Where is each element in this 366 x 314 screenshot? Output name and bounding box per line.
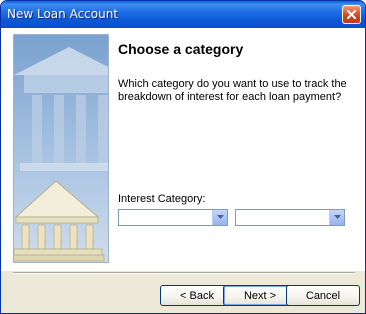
subcategory-dropdown-button[interactable] (329, 210, 344, 225)
window-title: New Loan Account (7, 7, 119, 21)
interest-category-combo[interactable] (118, 209, 228, 226)
chevron-down-icon (217, 215, 224, 219)
close-icon (347, 10, 356, 19)
dialog-window: New Loan Account Choose a category Which… (0, 0, 366, 314)
wizard-page: Choose a category Which category do you … (1, 28, 365, 271)
interest-category-label: Interest Category: (118, 193, 206, 205)
category-dropdown-button[interactable] (212, 210, 227, 225)
page-description: Which category do you want to use to tra… (118, 78, 347, 103)
interest-subcategory-combo[interactable] (235, 209, 345, 226)
chevron-down-icon (334, 215, 341, 219)
cancel-button[interactable]: Cancel (286, 285, 360, 306)
close-button[interactable] (342, 5, 361, 24)
bank-building-icon (13, 34, 109, 263)
footer-separator (13, 272, 355, 274)
title-bar[interactable]: New Loan Account (1, 1, 365, 28)
page-heading: Choose a category (118, 41, 244, 57)
